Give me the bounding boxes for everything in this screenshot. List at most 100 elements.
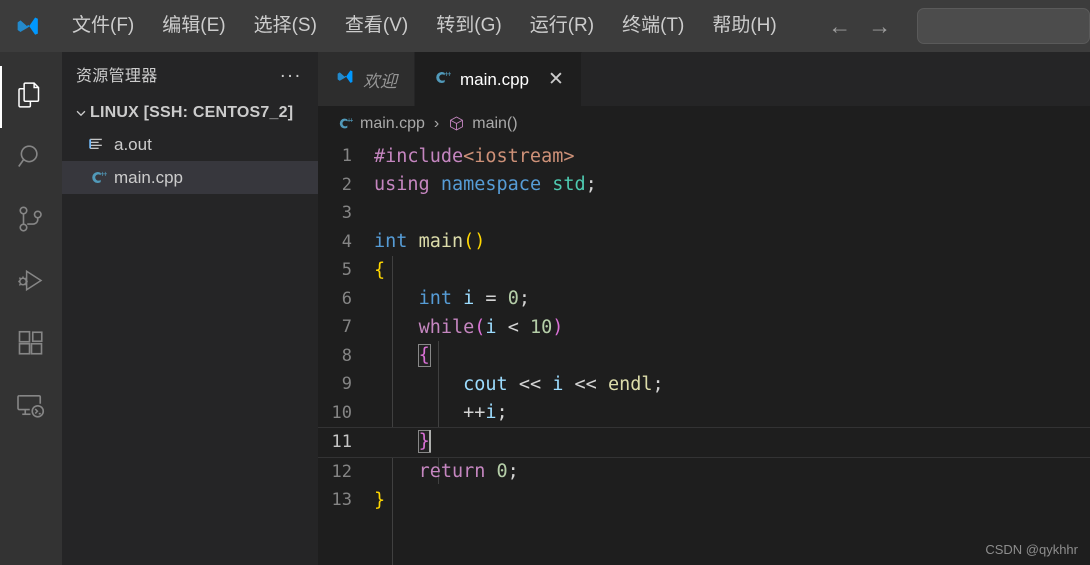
symbol-function-icon [448, 115, 465, 133]
svg-text:+: + [103, 170, 107, 179]
menu-terminal[interactable]: 终端(T) [608, 10, 698, 43]
line-number: 11 [331, 432, 352, 453]
breadcrumb-file[interactable]: main.cpp [360, 115, 425, 133]
activitybar-item-search[interactable] [0, 128, 62, 190]
files-explorer-icon [16, 80, 46, 115]
sidebar-title: 资源管理器 [76, 68, 158, 85]
command-center-input[interactable] [916, 8, 1090, 44]
code-line-active: 11 } [318, 427, 1090, 458]
menu-bar: 文件(F) 编辑(E) 选择(S) 查看(V) 转到(G) 运行(R) 终端(T… [58, 10, 791, 43]
close-icon[interactable]: ✕ [548, 70, 564, 89]
breadcrumb-symbol[interactable]: main() [472, 115, 517, 133]
bracket-match-highlight: { [417, 344, 431, 368]
vscode-logo-icon [10, 13, 44, 39]
code-line: 3 [318, 199, 1090, 228]
code-content: } [374, 489, 386, 511]
sidebar-header: 资源管理器 ... [62, 52, 318, 96]
workbench: 资源管理器 ... LINUX [SSH: CENTOS7_2] a.out +… [0, 52, 1090, 565]
code-line: 6 int i = 0; [318, 285, 1090, 314]
code-content: { [374, 259, 386, 281]
code-content: int main() [374, 231, 486, 253]
menu-view[interactable]: 查看(V) [331, 10, 422, 43]
activitybar-item-source-control[interactable] [0, 190, 62, 252]
tab-label: main.cpp [460, 69, 529, 89]
cpp-file-icon: + + [432, 68, 452, 92]
tree-root-label: LINUX [SSH: CENTOS7_2] [90, 104, 294, 121]
activity-bar [0, 52, 62, 565]
code-line: 10 ++i; [318, 399, 1090, 428]
line-number: 6 [341, 288, 352, 309]
go-forward-icon[interactable]: → [867, 14, 893, 38]
code-content: while(i < 10) [418, 316, 564, 338]
source-control-icon [16, 204, 46, 239]
line-number: 2 [341, 174, 352, 195]
vscode-logo-icon [335, 67, 354, 91]
watermark: CSDN @qykhhr [985, 542, 1078, 557]
line-number: 5 [341, 260, 352, 281]
tab-bar-filler [581, 52, 1090, 106]
file-tree: LINUX [SSH: CENTOS7_2] a.out + main.cpp [62, 96, 318, 194]
code-content: } [374, 430, 431, 454]
sidebar-explorer: 资源管理器 ... LINUX [SSH: CENTOS7_2] a.out +… [62, 52, 318, 565]
code-line: 1 #include<iostream> [318, 142, 1090, 171]
code-content: return 0; [418, 461, 519, 483]
menu-edit[interactable]: 编辑(E) [148, 10, 239, 43]
activitybar-item-run-debug[interactable] [0, 252, 62, 314]
run-and-debug-icon [16, 266, 46, 301]
editor-group: 欢迎 + + main.cpp ✕ [318, 52, 1090, 565]
code-line: 2 using namespace std; [318, 171, 1090, 200]
code-line: 4 int main() [318, 228, 1090, 257]
tab-main-cpp[interactable]: + + main.cpp ✕ [415, 52, 582, 106]
line-number: 3 [341, 203, 352, 224]
menu-selection[interactable]: 选择(S) [240, 10, 331, 43]
menu-go[interactable]: 转到(G) [422, 10, 515, 43]
navigation-arrows: ← → [827, 14, 893, 38]
text-cursor [428, 430, 431, 453]
code-content: #include<iostream> [374, 145, 575, 167]
tree-item-label: a.out [114, 134, 152, 154]
binary-file-icon [88, 136, 114, 153]
code-content: cout << i << endl; [463, 373, 664, 395]
tab-label: 欢迎 [363, 71, 397, 91]
line-number: 8 [341, 345, 352, 366]
code-content: ++i; [463, 402, 508, 424]
tree-root-folder[interactable]: LINUX [SSH: CENTOS7_2] [62, 98, 318, 128]
line-number: 7 [341, 317, 352, 338]
activitybar-item-explorer[interactable] [0, 66, 62, 128]
line-number: 12 [331, 461, 352, 482]
line-number: 4 [341, 231, 352, 252]
tree-item-label: main.cpp [114, 167, 183, 187]
search-icon [16, 142, 46, 177]
code-editor[interactable]: 1 #include<iostream> 2 using namespace s… [318, 142, 1090, 565]
line-number: 13 [331, 490, 352, 511]
code-line: 7 while(i < 10) [318, 313, 1090, 342]
menu-help[interactable]: 帮助(H) [698, 10, 790, 43]
line-number: 10 [331, 402, 352, 423]
breadcrumb: + + main.cpp › main() [318, 106, 1090, 142]
remote-explorer-icon [16, 390, 46, 425]
vscode-window: 文件(F) 编辑(E) 选择(S) 查看(V) 转到(G) 运行(R) 终端(T… [0, 0, 1090, 565]
title-bar: 文件(F) 编辑(E) 选择(S) 查看(V) 转到(G) 运行(R) 终端(T… [0, 0, 1090, 52]
tab-welcome[interactable]: 欢迎 [318, 52, 415, 106]
extensions-icon [16, 328, 46, 363]
code-line: 8 { [318, 342, 1090, 371]
code-content: int i = 0; [418, 288, 530, 310]
editor-tab-bar: 欢迎 + + main.cpp ✕ [318, 52, 1090, 106]
menu-run[interactable]: 运行(R) [516, 10, 608, 43]
activitybar-item-extensions[interactable] [0, 314, 62, 376]
tree-item-main-cpp[interactable]: + + main.cpp [62, 161, 318, 194]
sidebar-more-actions-icon[interactable]: ... [280, 62, 302, 87]
go-back-icon[interactable]: ← [827, 14, 853, 38]
line-number: 1 [341, 146, 352, 167]
chevron-down-icon[interactable] [72, 106, 90, 120]
menu-file[interactable]: 文件(F) [58, 10, 148, 43]
line-number: 9 [341, 374, 352, 395]
svg-text:+: + [447, 69, 451, 78]
activitybar-item-remote-explorer[interactable] [0, 376, 62, 438]
tree-item-a-out[interactable]: a.out [62, 128, 318, 161]
code-content: using namespace std; [374, 174, 597, 196]
code-line: 9 cout << i << endl; [318, 370, 1090, 399]
cpp-file-icon: + + [88, 168, 114, 187]
code-line: 12 return 0; [318, 458, 1090, 487]
cpp-file-icon: + + [336, 115, 354, 133]
